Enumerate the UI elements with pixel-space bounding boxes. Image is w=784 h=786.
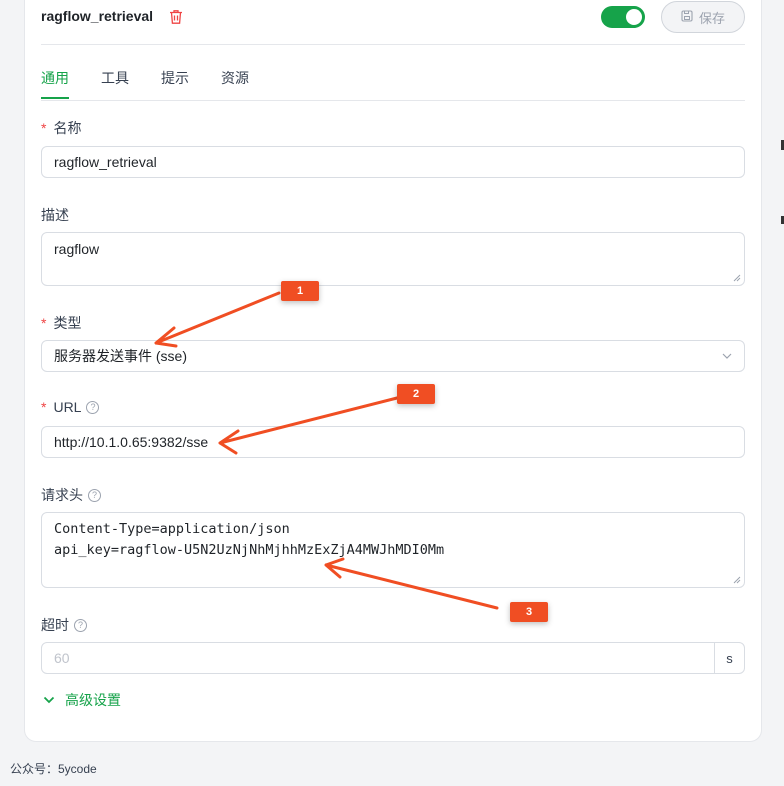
name-label-text: 名称	[53, 120, 82, 136]
enable-toggle[interactable]	[601, 6, 645, 28]
headers-label-text: 请求头	[41, 487, 83, 503]
headers-label: 请求头 ?	[41, 485, 101, 505]
delete-icon[interactable]	[169, 9, 183, 25]
name-label: * 名称	[41, 118, 81, 138]
annotation-marker-3: 3	[510, 602, 548, 622]
type-label: * 类型	[41, 313, 81, 333]
annotation-marker-2: 2	[397, 384, 435, 404]
tab-prompts[interactable]: 提示	[161, 68, 189, 88]
timeout-unit: s	[714, 642, 745, 674]
timeout-label: 超时 ?	[41, 615, 87, 635]
required-mark: *	[41, 315, 47, 331]
timeout-label-text: 超时	[41, 617, 69, 633]
toggle-knob	[626, 9, 642, 25]
chevron-down-icon	[722, 353, 732, 359]
tool-header: ragflow_retrieval 保存	[41, 0, 745, 45]
type-select-value: 服务器发送事件 (sse)	[54, 348, 187, 364]
help-icon[interactable]: ?	[86, 400, 100, 414]
timeout-placeholder: 60	[54, 650, 70, 666]
save-icon	[681, 9, 693, 25]
advanced-settings-toggle[interactable]: 高级设置	[43, 690, 121, 710]
window-edge-marks	[780, 0, 784, 786]
save-button[interactable]: 保存	[661, 1, 745, 33]
tab-tools[interactable]: 工具	[101, 68, 129, 88]
url-input-value: http://10.1.0.65:9382/sse	[54, 434, 209, 450]
help-icon[interactable]: ?	[74, 618, 87, 632]
tab-bar: 通用 工具 提示 资源	[41, 60, 745, 101]
description-label: 描述	[41, 205, 69, 225]
description-value: ragflow	[54, 241, 100, 257]
name-input-value: ragflow_retrieval	[54, 154, 157, 170]
type-select[interactable]: 服务器发送事件 (sse)	[41, 340, 745, 372]
description-textarea[interactable]: ragflow	[41, 232, 745, 286]
required-mark: *	[41, 399, 47, 415]
annotation-marker-1: 1	[281, 281, 319, 301]
description-label-text: 描述	[41, 207, 69, 223]
required-mark: *	[41, 120, 47, 136]
footer-note: 公众号：5ycode	[10, 762, 97, 776]
url-input[interactable]: http://10.1.0.65:9382/sse	[41, 426, 745, 458]
headers-value: Content-Type=application/json api_key=ra…	[54, 521, 445, 558]
url-label-text: URL	[53, 399, 82, 415]
type-label-text: 类型	[53, 315, 82, 331]
resize-handle-icon[interactable]	[733, 576, 741, 584]
active-tab-indicator	[41, 97, 69, 99]
timeout-input[interactable]: 60	[41, 642, 715, 674]
timeout-field: 60 s	[41, 642, 745, 674]
tool-name: ragflow_retrieval	[41, 8, 154, 24]
help-icon[interactable]: ?	[88, 488, 101, 502]
save-label: 保存	[698, 10, 725, 26]
tab-general[interactable]: 通用	[41, 68, 69, 88]
advanced-settings-label: 高级设置	[65, 692, 121, 708]
chevron-down-icon	[43, 696, 55, 704]
name-input[interactable]: ragflow_retrieval	[41, 146, 745, 178]
headers-textarea[interactable]: Content-Type=application/json api_key=ra…	[41, 512, 745, 588]
tab-resources[interactable]: 资源	[221, 68, 249, 88]
url-label: * URL ?	[41, 399, 100, 415]
resize-handle-icon[interactable]	[733, 274, 741, 282]
